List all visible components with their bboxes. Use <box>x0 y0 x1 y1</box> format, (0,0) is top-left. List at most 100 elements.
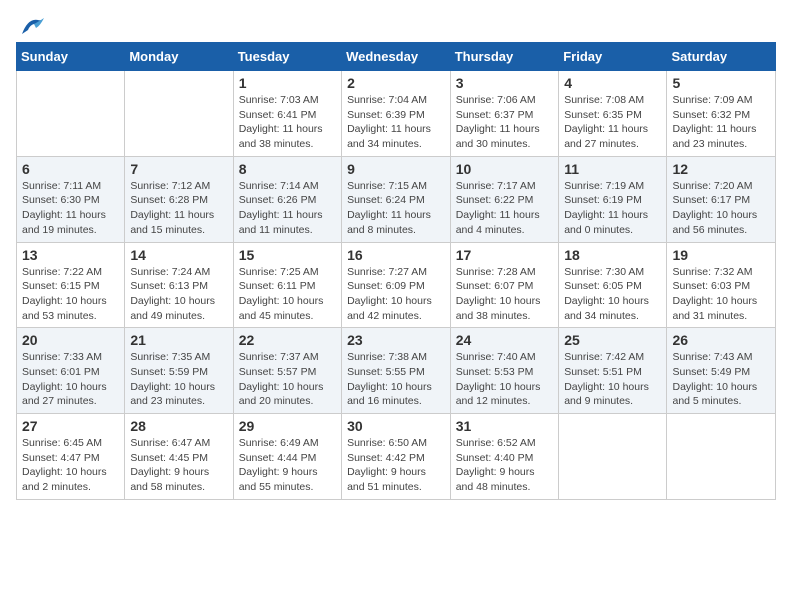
day-info: Sunrise: 7:20 AMSunset: 6:17 PMDaylight:… <box>672 179 770 238</box>
calendar-cell: 28 Sunrise: 6:47 AMSunset: 4:45 PMDayligh… <box>125 414 233 500</box>
calendar-cell: 26 Sunrise: 7:43 AMSunset: 5:49 PMDayligh… <box>667 328 776 414</box>
day-info: Sunrise: 7:12 AMSunset: 6:28 PMDaylight:… <box>130 179 227 238</box>
day-number: 31 <box>456 418 553 434</box>
day-info: Sunrise: 7:15 AMSunset: 6:24 PMDaylight:… <box>347 179 445 238</box>
day-number: 29 <box>239 418 336 434</box>
day-number: 6 <box>22 161 119 177</box>
calendar-cell: 11 Sunrise: 7:19 AMSunset: 6:19 PMDayligh… <box>559 156 667 242</box>
weekday-header-sunday: Sunday <box>17 43 125 71</box>
calendar-week-row: 13 Sunrise: 7:22 AMSunset: 6:15 PMDayligh… <box>17 242 776 328</box>
calendar-cell: 15 Sunrise: 7:25 AMSunset: 6:11 PMDayligh… <box>233 242 341 328</box>
day-info: Sunrise: 7:03 AMSunset: 6:41 PMDaylight:… <box>239 93 336 152</box>
calendar-week-row: 27Sunrise: 6:45 AMSunset: 4:47 PMDayligh… <box>17 414 776 500</box>
calendar-cell: 27Sunrise: 6:45 AMSunset: 4:47 PMDayligh… <box>17 414 125 500</box>
day-info: Sunrise: 7:28 AMSunset: 6:07 PMDaylight:… <box>456 265 553 324</box>
day-number: 26 <box>672 332 770 348</box>
day-number: 24 <box>456 332 553 348</box>
day-info: Sunrise: 7:35 AMSunset: 5:59 PMDaylight:… <box>130 350 227 409</box>
day-number: 15 <box>239 247 336 263</box>
calendar-cell: 22 Sunrise: 7:37 AMSunset: 5:57 PMDayligh… <box>233 328 341 414</box>
day-info: Sunrise: 7:43 AMSunset: 5:49 PMDaylight:… <box>672 350 770 409</box>
day-number: 14 <box>130 247 227 263</box>
day-info: Sunrise: 7:24 AMSunset: 6:13 PMDaylight:… <box>130 265 227 324</box>
calendar-cell: 2Sunrise: 7:04 AMSunset: 6:39 PMDaylight… <box>342 71 451 157</box>
day-number: 30 <box>347 418 445 434</box>
calendar-cell: 6Sunrise: 7:11 AMSunset: 6:30 PMDaylight… <box>17 156 125 242</box>
day-number: 8 <box>239 161 336 177</box>
calendar-cell: 16 Sunrise: 7:27 AMSunset: 6:09 PMDayligh… <box>342 242 451 328</box>
day-number: 7 <box>130 161 227 177</box>
weekday-header-tuesday: Tuesday <box>233 43 341 71</box>
calendar-cell: 31 Sunrise: 6:52 AMSunset: 4:40 PMDayligh… <box>450 414 558 500</box>
calendar-cell: 29Sunrise: 6:49 AMSunset: 4:44 PMDayligh… <box>233 414 341 500</box>
day-info: Sunrise: 7:27 AMSunset: 6:09 PMDaylight:… <box>347 265 445 324</box>
calendar-cell: 30 Sunrise: 6:50 AMSunset: 4:42 PMDayligh… <box>342 414 451 500</box>
day-number: 9 <box>347 161 445 177</box>
day-number: 1 <box>239 75 336 91</box>
day-info: Sunrise: 7:08 AMSunset: 6:35 PMDaylight:… <box>564 93 661 152</box>
day-number: 2 <box>347 75 445 91</box>
day-info: Sunrise: 7:25 AMSunset: 6:11 PMDaylight:… <box>239 265 336 324</box>
day-number: 25 <box>564 332 661 348</box>
calendar-cell: 12 Sunrise: 7:20 AMSunset: 6:17 PMDayligh… <box>667 156 776 242</box>
day-info: Sunrise: 7:22 AMSunset: 6:15 PMDaylight:… <box>22 265 119 324</box>
calendar-cell: 19Sunrise: 7:32 AMSunset: 6:03 PMDayligh… <box>667 242 776 328</box>
day-number: 5 <box>672 75 770 91</box>
calendar-week-row: 1 Sunrise: 7:03 AMSunset: 6:41 PMDaylight… <box>17 71 776 157</box>
day-number: 12 <box>672 161 770 177</box>
calendar-table: SundayMondayTuesdayWednesdayThursdayFrid… <box>16 42 776 500</box>
day-number: 20 <box>22 332 119 348</box>
calendar-cell: 3 Sunrise: 7:06 AMSunset: 6:37 PMDaylight… <box>450 71 558 157</box>
day-number: 16 <box>347 247 445 263</box>
day-info: Sunrise: 7:17 AMSunset: 6:22 PMDaylight:… <box>456 179 553 238</box>
day-info: Sunrise: 7:06 AMSunset: 6:37 PMDaylight:… <box>456 93 553 152</box>
calendar-cell: 18Sunrise: 7:30 AMSunset: 6:05 PMDayligh… <box>559 242 667 328</box>
day-info: Sunrise: 7:33 AMSunset: 6:01 PMDaylight:… <box>22 350 119 409</box>
day-info: Sunrise: 7:19 AMSunset: 6:19 PMDaylight:… <box>564 179 661 238</box>
calendar-cell: 1 Sunrise: 7:03 AMSunset: 6:41 PMDaylight… <box>233 71 341 157</box>
day-number: 27 <box>22 418 119 434</box>
day-info: Sunrise: 7:38 AMSunset: 5:55 PMDaylight:… <box>347 350 445 409</box>
weekday-header-row: SundayMondayTuesdayWednesdayThursdayFrid… <box>17 43 776 71</box>
calendar-cell: 5 Sunrise: 7:09 AMSunset: 6:32 PMDaylight… <box>667 71 776 157</box>
calendar-cell <box>559 414 667 500</box>
day-info: Sunrise: 7:09 AMSunset: 6:32 PMDaylight:… <box>672 93 770 152</box>
day-number: 28 <box>130 418 227 434</box>
weekday-header-friday: Friday <box>559 43 667 71</box>
day-number: 10 <box>456 161 553 177</box>
day-number: 3 <box>456 75 553 91</box>
calendar-cell: 8Sunrise: 7:14 AMSunset: 6:26 PMDaylight… <box>233 156 341 242</box>
calendar-cell: 20 Sunrise: 7:33 AMSunset: 6:01 PMDayligh… <box>17 328 125 414</box>
day-info: Sunrise: 6:47 AMSunset: 4:45 PMDaylight:… <box>130 436 227 495</box>
weekday-header-saturday: Saturday <box>667 43 776 71</box>
day-number: 19 <box>672 247 770 263</box>
day-info: Sunrise: 7:37 AMSunset: 5:57 PMDaylight:… <box>239 350 336 409</box>
day-number: 4 <box>564 75 661 91</box>
calendar-cell: 7 Sunrise: 7:12 AMSunset: 6:28 PMDaylight… <box>125 156 233 242</box>
calendar-cell: 17 Sunrise: 7:28 AMSunset: 6:07 PMDayligh… <box>450 242 558 328</box>
calendar-cell: 9 Sunrise: 7:15 AMSunset: 6:24 PMDaylight… <box>342 156 451 242</box>
page-header <box>16 16 776 34</box>
calendar-cell: 14 Sunrise: 7:24 AMSunset: 6:13 PMDayligh… <box>125 242 233 328</box>
calendar-cell: 23 Sunrise: 7:38 AMSunset: 5:55 PMDayligh… <box>342 328 451 414</box>
calendar-cell <box>125 71 233 157</box>
calendar-cell: 10 Sunrise: 7:17 AMSunset: 6:22 PMDayligh… <box>450 156 558 242</box>
logo-bird-icon <box>18 16 46 38</box>
logo <box>16 16 46 34</box>
day-info: Sunrise: 6:50 AMSunset: 4:42 PMDaylight:… <box>347 436 445 495</box>
day-number: 22 <box>239 332 336 348</box>
day-number: 11 <box>564 161 661 177</box>
day-number: 17 <box>456 247 553 263</box>
day-info: Sunrise: 7:42 AMSunset: 5:51 PMDaylight:… <box>564 350 661 409</box>
calendar-week-row: 6Sunrise: 7:11 AMSunset: 6:30 PMDaylight… <box>17 156 776 242</box>
calendar-cell <box>667 414 776 500</box>
calendar-cell: 25 Sunrise: 7:42 AMSunset: 5:51 PMDayligh… <box>559 328 667 414</box>
day-number: 23 <box>347 332 445 348</box>
calendar-cell: 4 Sunrise: 7:08 AMSunset: 6:35 PMDaylight… <box>559 71 667 157</box>
calendar-cell: 21Sunrise: 7:35 AMSunset: 5:59 PMDayligh… <box>125 328 233 414</box>
calendar-week-row: 20 Sunrise: 7:33 AMSunset: 6:01 PMDayligh… <box>17 328 776 414</box>
calendar-cell: 24 Sunrise: 7:40 AMSunset: 5:53 PMDayligh… <box>450 328 558 414</box>
day-info: Sunrise: 6:52 AMSunset: 4:40 PMDaylight:… <box>456 436 553 495</box>
day-number: 13 <box>22 247 119 263</box>
day-info: Sunrise: 7:40 AMSunset: 5:53 PMDaylight:… <box>456 350 553 409</box>
